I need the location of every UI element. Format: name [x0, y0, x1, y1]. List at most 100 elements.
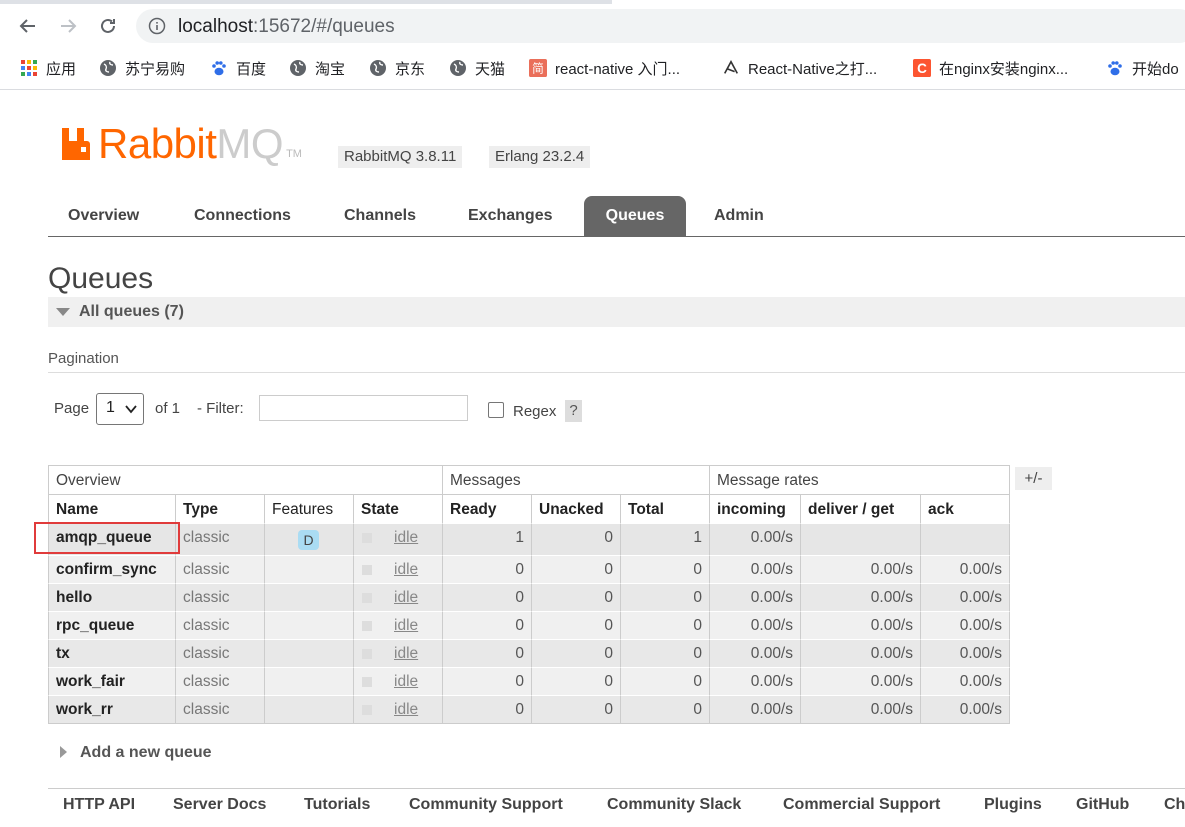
tab-connections[interactable]: Connections: [194, 196, 291, 236]
col-name[interactable]: Name: [48, 494, 176, 523]
forward-button[interactable]: [54, 12, 82, 40]
col-unacked[interactable]: Unacked: [532, 494, 621, 523]
tab-overview[interactable]: Overview: [68, 196, 139, 236]
col-ack[interactable]: ack: [921, 494, 1010, 523]
deliver-get-rate: 0.00/s: [801, 583, 921, 611]
bookmark-item[interactable]: 开始do: [1106, 57, 1179, 79]
state-indicator-icon: [362, 649, 372, 659]
table-row: confirm_sync classic idle 0 0 0 0.00/s 0.00/s 0.…: [48, 555, 1010, 583]
bookmark-label: react-native 入门...: [555, 60, 681, 78]
bookmark-item[interactable]: 苏宁易购: [99, 57, 185, 79]
tab-exchanges[interactable]: Exchanges: [468, 196, 552, 236]
bookmark-item[interactable]: 淘宝: [289, 57, 345, 79]
ready-count: 1: [443, 523, 532, 555]
info-icon[interactable]: [148, 17, 166, 35]
incoming-rate: 0.00/s: [710, 695, 801, 723]
tab-channels[interactable]: Channels: [344, 196, 416, 236]
state-link[interactable]: idle: [394, 645, 418, 663]
filter-label: - Filter:: [197, 400, 244, 417]
help-button[interactable]: ?: [565, 400, 582, 422]
bookmark-label: React-Native之打...: [748, 60, 878, 78]
svg-text:C: C: [917, 61, 927, 76]
queue-type: classic: [176, 523, 265, 555]
col-features[interactable]: Features: [265, 494, 354, 523]
columns-toggle-button[interactable]: +/-: [1015, 467, 1052, 490]
unacked-count: 0: [532, 667, 621, 695]
state-link[interactable]: idle: [394, 617, 418, 635]
queue-name-link[interactable]: work_fair: [48, 667, 176, 695]
reload-button[interactable]: [94, 12, 122, 40]
queue-name-link[interactable]: rpc_queue: [48, 611, 176, 639]
bookmark-item[interactable]: React-Native之打...: [722, 57, 877, 79]
unacked-count: 0: [532, 583, 621, 611]
queue-state: idle: [354, 667, 443, 695]
queue-state: idle: [354, 695, 443, 723]
page-title: Queues: [48, 262, 154, 295]
browser-tab-strip: [0, 0, 1185, 4]
queue-name-link[interactable]: hello: [48, 583, 176, 611]
footer-link-github[interactable]: GitHub: [1076, 796, 1129, 814]
col-state[interactable]: State: [354, 494, 443, 523]
queue-features: [265, 667, 354, 695]
address-bar[interactable]: localhost:15672/#/queues: [136, 9, 1185, 43]
queue-name-link[interactable]: work_rr: [48, 695, 176, 723]
state-indicator-icon: [362, 533, 372, 543]
back-arrow-icon: [19, 19, 35, 33]
state-link[interactable]: idle: [394, 589, 418, 607]
deliver-get-rate: 0.00/s: [801, 639, 921, 667]
footer-link-plugins[interactable]: Plugins: [984, 796, 1042, 814]
page-select[interactable]: 1: [96, 393, 144, 425]
filter-input[interactable]: [259, 395, 468, 421]
state-indicator-icon: [362, 621, 372, 631]
bookmark-item[interactable]: C 在nginx安装nginx...: [913, 57, 1068, 79]
col-total[interactable]: Total: [621, 494, 710, 523]
csdn-icon: C: [913, 59, 931, 77]
rabbitmq-logo[interactable]: RabbitMQ TM: [60, 122, 302, 166]
state-indicator-icon: [362, 593, 372, 603]
deliver-get-rate: 0.00/s: [801, 695, 921, 723]
bookmark-item[interactable]: 京东: [369, 57, 425, 79]
footer-link-commercial-support[interactable]: Commercial Support: [783, 796, 940, 814]
footer-link-community-slack[interactable]: Community Slack: [607, 796, 741, 814]
back-button[interactable]: [14, 12, 42, 40]
col-incoming[interactable]: incoming: [710, 494, 801, 523]
incoming-rate: 0.00/s: [710, 611, 801, 639]
footer-link-changelog[interactable]: Ch: [1164, 796, 1185, 814]
state-link[interactable]: idle: [394, 529, 418, 547]
page-label: Page: [54, 400, 90, 417]
col-deliver-get[interactable]: deliver / get: [801, 494, 921, 523]
add-queue-label: Add a new queue: [80, 744, 212, 761]
queue-name-link[interactable]: confirm_sync: [48, 555, 176, 583]
jianshu-icon: 简: [529, 59, 547, 77]
queue-type: classic: [176, 667, 265, 695]
bookmark-label: 百度: [236, 60, 267, 78]
bookmark-item[interactable]: 天猫: [449, 57, 505, 79]
footer-link-tutorials[interactable]: Tutorials: [304, 796, 370, 814]
footer-link-server-docs[interactable]: Server Docs: [173, 796, 266, 814]
ready-count: 0: [443, 611, 532, 639]
total-count: 0: [621, 667, 710, 695]
incoming-rate: 0.00/s: [710, 583, 801, 611]
bookmark-item[interactable]: 百度: [210, 57, 266, 79]
unacked-count: 0: [532, 523, 621, 555]
state-link[interactable]: idle: [394, 701, 418, 719]
tab-queues[interactable]: Queues: [584, 196, 686, 236]
globe-icon: [449, 59, 467, 77]
footer-link-http-api[interactable]: HTTP API: [63, 796, 135, 814]
queue-name-link[interactable]: tx: [48, 639, 176, 667]
bookmark-item[interactable]: 简 react-native 入门...: [529, 57, 680, 79]
version-badge: RabbitMQ 3.8.11: [338, 146, 463, 168]
queue-state: idle: [354, 639, 443, 667]
tab-admin[interactable]: Admin: [714, 196, 764, 236]
regex-checkbox[interactable]: [488, 402, 504, 418]
rabbit-logo-icon: [62, 128, 90, 160]
col-ready[interactable]: Ready: [443, 494, 532, 523]
footer-link-community-support[interactable]: Community Support: [409, 796, 563, 814]
bookmark-item[interactable]: 应用: [20, 57, 76, 79]
state-link[interactable]: idle: [394, 673, 418, 691]
state-link[interactable]: idle: [394, 561, 418, 579]
bookmark-label: 京东: [395, 60, 426, 78]
col-type[interactable]: Type: [176, 494, 265, 523]
incoming-rate: 0.00/s: [710, 523, 801, 555]
all-queues-toggle[interactable]: All queues (7): [48, 297, 1185, 327]
